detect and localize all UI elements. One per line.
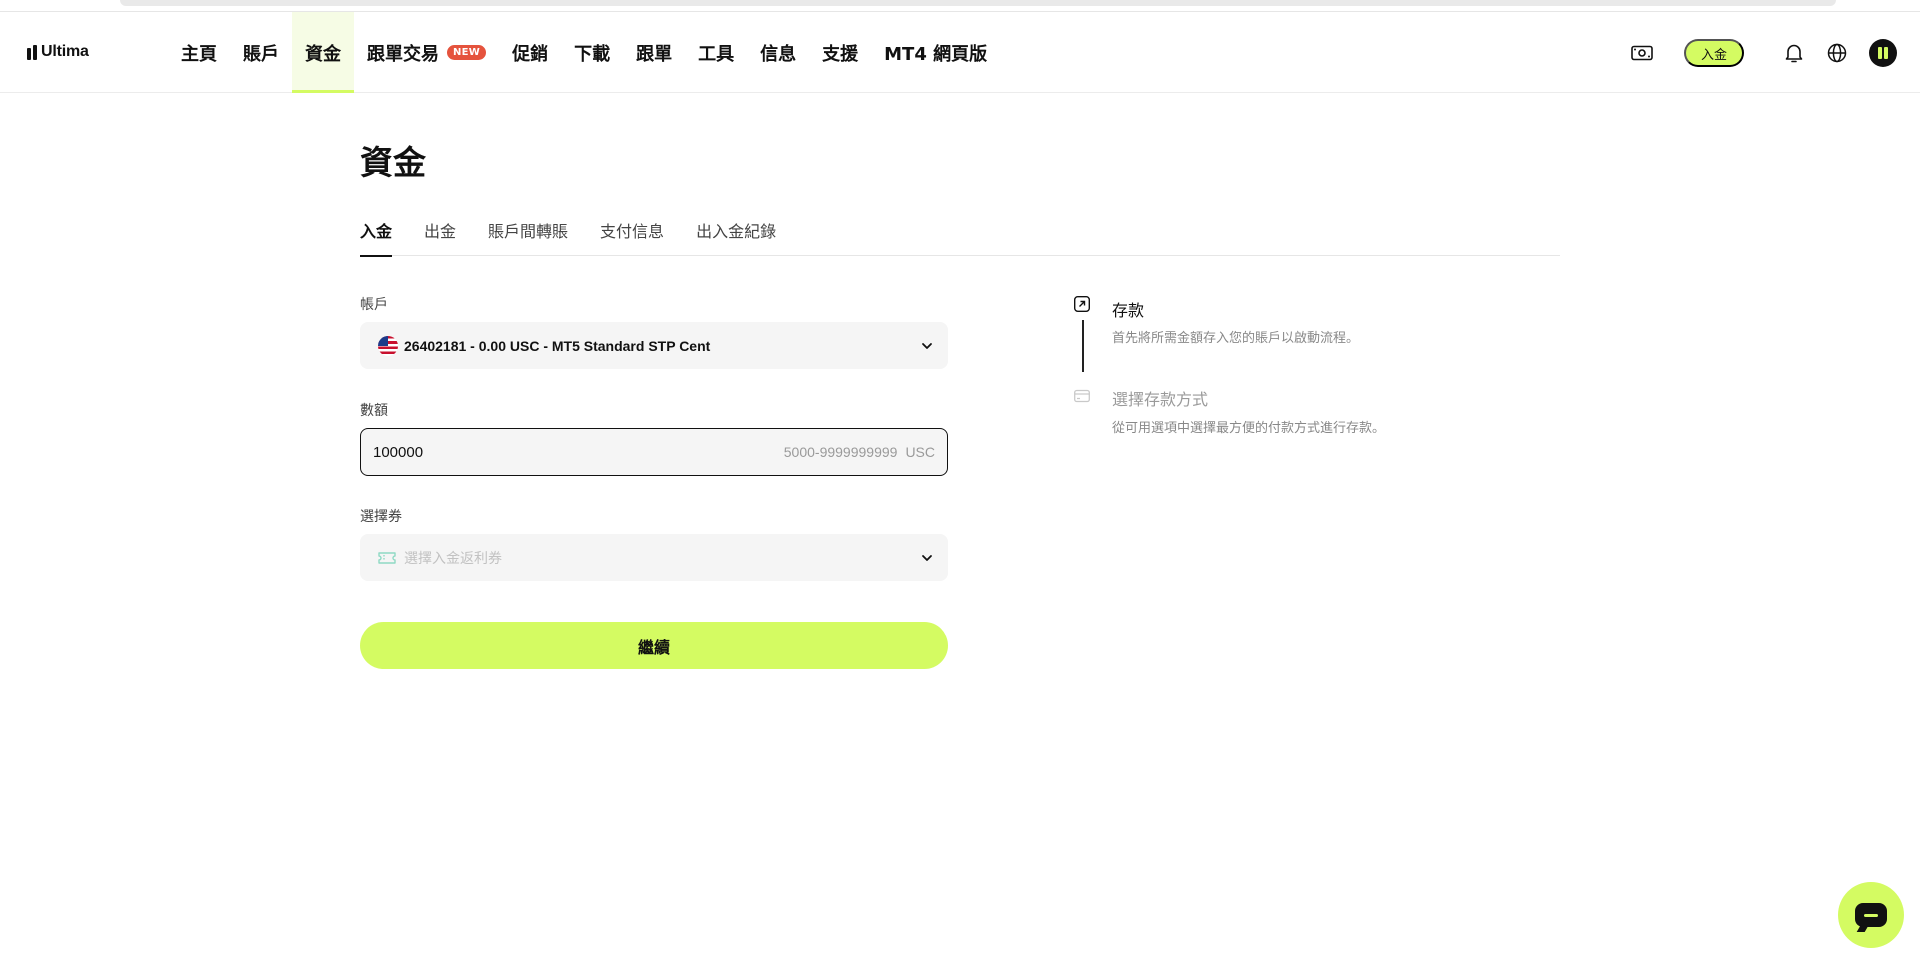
nav-item-home[interactable]: 主頁 (168, 12, 230, 93)
logo-mark-icon (27, 44, 37, 60)
step-description: 從可用選項中選擇最方便的付款方式進行存款。 (1112, 421, 1386, 436)
voucher-select[interactable]: 選擇入金返利券 (360, 534, 948, 581)
account-select[interactable]: 26402181 - 0.00 USC - MT5 Standard STP C… (360, 322, 948, 369)
bell-icon[interactable] (1781, 40, 1807, 66)
nav-item-info[interactable]: 信息 (747, 12, 809, 93)
chat-icon (1855, 903, 1887, 927)
amount-unit: USC (905, 444, 935, 460)
nav-item-label: MT4 網頁版 (884, 43, 988, 65)
funds-tabs: 入金 出金 賬戶間轉賬 支付信息 出入金紀錄 (360, 212, 1560, 257)
amount-field: 5000-9999999999 USC (360, 428, 948, 476)
nav-item-label: 跟單交易 (367, 43, 439, 65)
chat-support-button[interactable] (1838, 882, 1904, 948)
amount-range-hint: 5000-9999999999 (783, 444, 898, 460)
chevron-down-icon (922, 343, 932, 349)
step-connector (1082, 320, 1084, 372)
voucher-field-label: 選擇券 (360, 509, 402, 525)
brand-name: Ultima (41, 43, 89, 60)
nav-item-promotions[interactable]: 促銷 (499, 12, 561, 93)
account-field-label: 帳戶 (360, 297, 388, 313)
card-icon (1074, 389, 1090, 403)
account-select-value: 26402181 - 0.00 USC - MT5 Standard STP C… (404, 337, 711, 354)
top-navbar: Ultima 主頁 賬戶 資金 跟單交易 NEW 促銷 下載 跟單 工具 信息 支… (0, 12, 1920, 93)
ticket-icon (378, 551, 396, 564)
tab-deposit[interactable]: 入金 (360, 212, 393, 257)
browser-scroll-pill (120, 0, 1836, 6)
us-flag-icon (378, 335, 398, 356)
tab-transaction-history[interactable]: 出入金紀錄 (696, 212, 776, 256)
nav-item-accounts[interactable]: 賬戶 (230, 12, 292, 93)
user-avatar[interactable] (1869, 39, 1897, 67)
voucher-select-placeholder: 選擇入金返利券 (404, 550, 502, 567)
nav-item-downloads[interactable]: 下載 (561, 12, 623, 93)
nav-item-label: 下載 (574, 43, 611, 65)
nav-item-mt4-web[interactable]: MT4 網頁版 (871, 12, 1000, 93)
nav-item-label: 資金 (305, 43, 341, 65)
arrow-up-right-icon (1074, 296, 1090, 312)
nav-item-label: 賬戶 (243, 43, 279, 65)
nav-item-copy-trading[interactable]: 跟單交易 NEW (354, 12, 499, 93)
nav-item-label: 跟單 (636, 43, 673, 65)
tab-payment-info[interactable]: 支付信息 (600, 212, 664, 256)
brand-logo[interactable]: Ultima (27, 43, 89, 61)
amount-input[interactable] (373, 443, 784, 461)
nav-item-label: 主頁 (181, 43, 217, 65)
main-nav: 主頁 賬戶 資金 跟單交易 NEW 促銷 下載 跟單 工具 信息 支援 MT4 網… (168, 12, 1000, 93)
tab-internal-transfer[interactable]: 賬戶間轉賬 (488, 212, 568, 256)
browser-top-strip (0, 0, 1920, 12)
nav-item-tools[interactable]: 工具 (685, 12, 747, 93)
step-title: 選擇存款方式 (1112, 390, 1209, 409)
tab-withdraw[interactable]: 出金 (424, 212, 456, 256)
nav-item-funds[interactable]: 資金 (292, 12, 354, 93)
nav-item-label: 促銷 (512, 43, 549, 65)
nav-item-label: 信息 (760, 43, 797, 65)
nav-item-label: 支援 (822, 43, 859, 65)
amount-field-label: 數額 (360, 403, 388, 419)
continue-button[interactable]: 繼續 (360, 622, 948, 669)
page-title: 資金 (360, 143, 426, 182)
new-badge: NEW (447, 45, 487, 60)
header-deposit-button[interactable]: 入金 (1684, 39, 1744, 67)
step-description: 首先將所需金額存入您的賬戶以啟動流程。 (1112, 331, 1360, 346)
nav-item-label: 工具 (698, 43, 735, 65)
nav-item-support[interactable]: 支援 (809, 12, 871, 93)
nav-item-follow[interactable]: 跟單 (623, 12, 685, 93)
chevron-down-icon (922, 555, 932, 561)
cash-icon[interactable] (1629, 40, 1655, 66)
globe-icon[interactable] (1824, 40, 1850, 66)
step-title: 存款 (1112, 301, 1145, 320)
